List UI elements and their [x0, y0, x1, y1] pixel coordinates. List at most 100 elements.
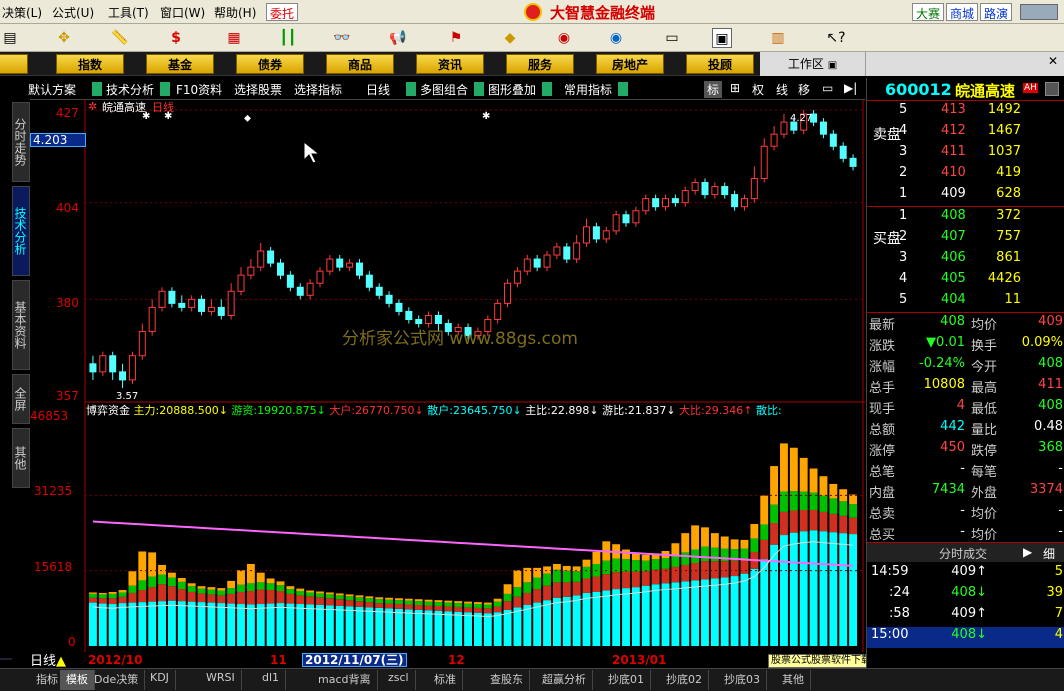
cat-news[interactable]: 资讯	[416, 54, 484, 74]
order-book-row[interactable]: 3 406 861	[867, 250, 1064, 271]
ticks-expand-icon[interactable]: ▶	[1023, 545, 1032, 559]
books-icon[interactable]: ▥	[768, 28, 788, 48]
contest-button[interactable]: 大赛	[912, 3, 945, 21]
daily-line[interactable]: 日线	[366, 81, 390, 98]
close-icon[interactable]: ✕	[1048, 54, 1058, 68]
plus-box-icon[interactable]: ⊞	[730, 81, 740, 95]
bottom-tab[interactable]: dl1	[256, 670, 287, 690]
order-book-row[interactable]: 2 407 757	[867, 229, 1064, 250]
line-button[interactable]: 线	[776, 81, 788, 98]
cat-service[interactable]: 服务	[506, 54, 574, 74]
bottom-tab[interactable]: 查股东	[484, 670, 530, 690]
binoculars-icon[interactable]: 👓	[332, 28, 352, 48]
menu-help[interactable]: 帮助(H)	[214, 4, 256, 21]
gear-icon[interactable]: ✲	[88, 100, 97, 113]
order-book-row[interactable]: 3 411 1037	[867, 144, 1064, 165]
order-book-row[interactable]: 4 412 1467	[867, 123, 1064, 144]
bottom-tab[interactable]: 抄底02	[660, 670, 709, 690]
roadshow-button[interactable]: 路演	[980, 3, 1013, 21]
quote-key: 总手	[869, 381, 896, 396]
bottom-tab[interactable]: zscl	[382, 670, 416, 690]
bottom-tab[interactable]: KDJ	[144, 670, 176, 690]
mark-button[interactable]: 标	[704, 81, 723, 98]
bottom-tab[interactable]: 超赢分析	[536, 670, 593, 690]
tech-analysis[interactable]: 技术分析	[106, 81, 154, 98]
tab-intraday[interactable]: 分时走势	[12, 102, 30, 182]
tab-fundamentals[interactable]: 基本资料	[12, 280, 30, 370]
dollar-icon[interactable]: $	[166, 28, 186, 48]
tab-other[interactable]: 其他	[12, 428, 30, 488]
diamond-icon[interactable]: ◆	[500, 28, 520, 48]
menu-tools[interactable]: 工具(T)	[108, 4, 149, 21]
panel-menu-icon[interactable]	[1045, 82, 1059, 96]
candle-body	[247, 266, 255, 276]
menu-decision[interactable]: 决策(L)	[2, 4, 42, 21]
cat-realestate[interactable]: 房地产	[596, 54, 664, 74]
mall-button[interactable]: 商城	[946, 3, 979, 21]
stock-name: 皖通高速	[955, 82, 1016, 100]
order-book-row[interactable]: 5 404 11	[867, 292, 1064, 313]
rights-button[interactable]: 权	[752, 81, 764, 98]
chart-area[interactable]: 427 404 380 357 46853 31235 15618 0 ✲ 皖通…	[30, 100, 865, 652]
crosshair-icon[interactable]: ✥	[54, 28, 74, 48]
indicator-bar	[829, 483, 838, 499]
screen-icon[interactable]: ▤	[0, 28, 20, 48]
next-icon[interactable]: ▶|	[844, 81, 857, 95]
price-input[interactable]: 4.203	[30, 133, 86, 147]
dropdown-icon[interactable]	[474, 82, 484, 96]
flag-icon[interactable]: ⚑	[446, 28, 466, 48]
scheme-default[interactable]: 默认方案	[28, 81, 76, 98]
common-indicators[interactable]: 常用指标	[564, 81, 612, 98]
candle-chart-icon[interactable]: ▦	[224, 28, 244, 48]
dropdown-icon[interactable]	[92, 82, 102, 96]
dropdown-icon[interactable]	[160, 82, 170, 96]
select-stock[interactable]: 选择股票	[234, 81, 282, 98]
chat-icon[interactable]: ◉	[554, 28, 574, 48]
print-icon[interactable]: ▭	[662, 28, 682, 48]
ticks-detail[interactable]: 细	[1043, 545, 1055, 562]
bottom-tab[interactable]: 标准	[428, 670, 463, 690]
bottom-tab[interactable]: 抄底01	[602, 670, 651, 690]
menu-window[interactable]: 窗口(W)	[160, 4, 205, 21]
tab-tech-analysis[interactable]: 技术分析	[12, 186, 30, 276]
cat-bond[interactable]: 债券	[236, 54, 304, 74]
cat-commodity[interactable]: 商品	[326, 54, 394, 74]
ruler-icon[interactable]: 📏	[110, 28, 130, 48]
order-book-row[interactable]: 1 408 372	[867, 208, 1064, 229]
bottom-tab[interactable]: 其他	[776, 670, 811, 690]
workarea-tab[interactable]: 工作区 ▣	[760, 52, 865, 76]
date-label: 12	[448, 653, 465, 667]
bottom-tab[interactable]: Dde决策	[88, 670, 146, 690]
f10-data[interactable]: F10资料	[176, 81, 222, 98]
bars-icon[interactable]: ┃┃	[278, 28, 298, 48]
order-book-row[interactable]: 4 405 4426	[867, 271, 1064, 292]
broadcast-icon[interactable]: 📢	[388, 28, 408, 48]
cat-stock[interactable]: 股	[0, 54, 28, 74]
order-book-row[interactable]: 1 409 628	[867, 186, 1064, 207]
window-toggle-icon[interactable]: ▭	[822, 81, 833, 95]
multi-chart[interactable]: 多图组合	[420, 81, 468, 98]
dropdown-icon[interactable]	[542, 82, 552, 96]
menu-formula[interactable]: 公式(U)	[52, 4, 94, 21]
cat-advisor[interactable]: 投顾	[686, 54, 754, 74]
tab-fullscreen[interactable]: 全屏	[12, 374, 30, 424]
move-button[interactable]: 移	[798, 81, 810, 98]
cat-fund[interactable]: 基金	[146, 54, 214, 74]
dropdown-icon[interactable]	[406, 82, 416, 96]
event-marker: ✱	[482, 111, 490, 122]
bottom-tab[interactable]: 抄底03	[718, 670, 767, 690]
overlay[interactable]: 图形叠加	[488, 81, 536, 98]
window-controls[interactable]	[1020, 4, 1058, 20]
trust-button[interactable]: 委托	[266, 3, 299, 21]
bottom-tab[interactable]: macd背离	[312, 670, 378, 690]
select-indicator[interactable]: 选择指标	[294, 81, 342, 98]
candle-body	[632, 210, 640, 224]
cat-index[interactable]: 指数	[56, 54, 124, 74]
help-circle-icon[interactable]: ◉	[606, 28, 626, 48]
window-icon[interactable]: ▣	[712, 28, 732, 48]
dropdown-icon[interactable]	[618, 82, 628, 96]
bottom-tab[interactable]: WRSI	[200, 670, 242, 690]
help-pointer-icon[interactable]: ↖?	[826, 28, 846, 48]
order-book-row[interactable]: 5 413 1492	[867, 102, 1064, 123]
order-book-row[interactable]: 2 410 419	[867, 165, 1064, 186]
